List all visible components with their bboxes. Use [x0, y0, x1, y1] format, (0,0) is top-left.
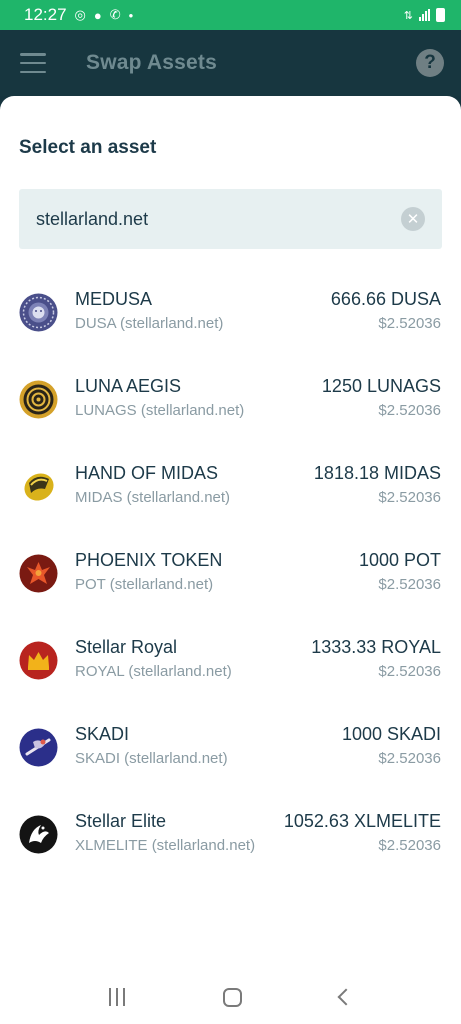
asset-row-stellar-elite[interactable]: Stellar Elite XLMELITE (stellarland.net)…	[0, 805, 461, 892]
elite-logo-icon	[19, 815, 58, 854]
system-nav-bar	[0, 970, 461, 1024]
asset-row-phoenix-token[interactable]: PHOENIX TOKEN POT (stellarland.net) 1000…	[0, 544, 461, 631]
asset-price: $2.52036	[378, 315, 441, 332]
asset-price: $2.52036	[378, 663, 441, 680]
home-icon[interactable]	[223, 987, 242, 1007]
asset-amount: 1052.63 XLMELITE	[283, 811, 441, 831]
page-title: Swap Assets	[86, 51, 217, 74]
asset-row-medusa[interactable]: MEDUSA DUSA (stellarland.net) 666.66 DUS…	[0, 283, 461, 370]
phoenix-logo-icon	[19, 554, 58, 593]
asset-name: LUNA AEGIS	[75, 376, 182, 396]
asset-amount: 1333.33 ROYAL	[311, 637, 441, 657]
asset-row-skadi[interactable]: SKADI SKADI (stellarland.net) 1000 SKADI…	[0, 718, 461, 805]
battery-icon	[436, 8, 445, 22]
asset-name: MEDUSA	[75, 289, 153, 309]
asset-code: LUNAGS (stellarland.net)	[75, 402, 245, 419]
asset-price: $2.52036	[378, 576, 441, 593]
asset-row-stellar-royal[interactable]: Stellar Royal ROYAL (stellarland.net) 13…	[0, 631, 461, 718]
asset-price: $2.52036	[378, 402, 441, 419]
recent-apps-icon[interactable]	[109, 988, 125, 1006]
clear-search-icon[interactable]: ✕	[401, 207, 425, 231]
asset-name: SKADI	[75, 724, 130, 744]
asset-price: $2.52036	[378, 489, 441, 506]
asset-name: HAND OF MIDAS	[75, 463, 219, 483]
sheet-title: Select an asset	[19, 137, 157, 158]
asset-code: SKADI (stellarland.net)	[75, 750, 228, 767]
status-bar: 12:27 ◎ ● ✆ • ⇅	[0, 0, 461, 30]
app-header: Swap Assets ?	[0, 30, 461, 96]
search-box: ✕	[19, 189, 442, 249]
droplet-icon: ●	[93, 7, 102, 23]
menu-icon[interactable]	[20, 53, 46, 73]
asset-row-luna-aegis[interactable]: LUNA AEGIS LUNAGS (stellarland.net) 1250…	[0, 370, 461, 457]
asset-code: MIDAS (stellarland.net)	[75, 489, 231, 506]
whatsapp-icon: ◎	[74, 7, 86, 22]
asset-code: DUSA (stellarland.net)	[75, 315, 224, 332]
asset-name: Stellar Elite	[75, 811, 167, 831]
phone-icon: ✆	[109, 7, 121, 22]
luna-aegis-logo-icon	[19, 380, 58, 419]
asset-code: ROYAL (stellarland.net)	[75, 663, 232, 680]
asset-name: PHOENIX TOKEN	[75, 550, 223, 570]
asset-amount: 1250 LUNAGS	[321, 376, 441, 396]
asset-code: POT (stellarland.net)	[75, 576, 214, 593]
asset-amount: 666.66 DUSA	[330, 289, 441, 309]
asset-name: Stellar Royal	[75, 637, 178, 657]
asset-code: XLMELITE (stellarland.net)	[75, 837, 256, 854]
asset-list: MEDUSA DUSA (stellarland.net) 666.66 DUS…	[0, 283, 461, 892]
search-input[interactable]	[36, 208, 401, 230]
midas-logo-icon	[19, 467, 58, 506]
asset-amount: 1818.18 MIDAS	[313, 463, 441, 483]
status-time: 12:27	[24, 5, 67, 24]
medusa-logo-icon	[19, 293, 58, 332]
back-icon[interactable]	[337, 988, 355, 1006]
asset-price: $2.52036	[378, 750, 441, 767]
skadi-logo-icon	[19, 728, 58, 767]
data-indicator-icon: ⇅	[403, 9, 413, 22]
asset-price: $2.52036	[378, 837, 441, 854]
crown-logo-icon	[19, 641, 58, 680]
signal-icon	[419, 9, 430, 21]
asset-amount: 1000 SKADI	[341, 724, 441, 744]
dot-icon: •	[128, 7, 134, 23]
help-icon[interactable]: ?	[416, 49, 444, 77]
asset-selector-sheet: Select an asset ✕ MEDUSA DUSA (stellarla…	[0, 96, 461, 970]
asset-row-hand-of-midas[interactable]: HAND OF MIDAS MIDAS (stellarland.net) 18…	[0, 457, 461, 544]
asset-amount: 1000 POT	[358, 550, 441, 570]
